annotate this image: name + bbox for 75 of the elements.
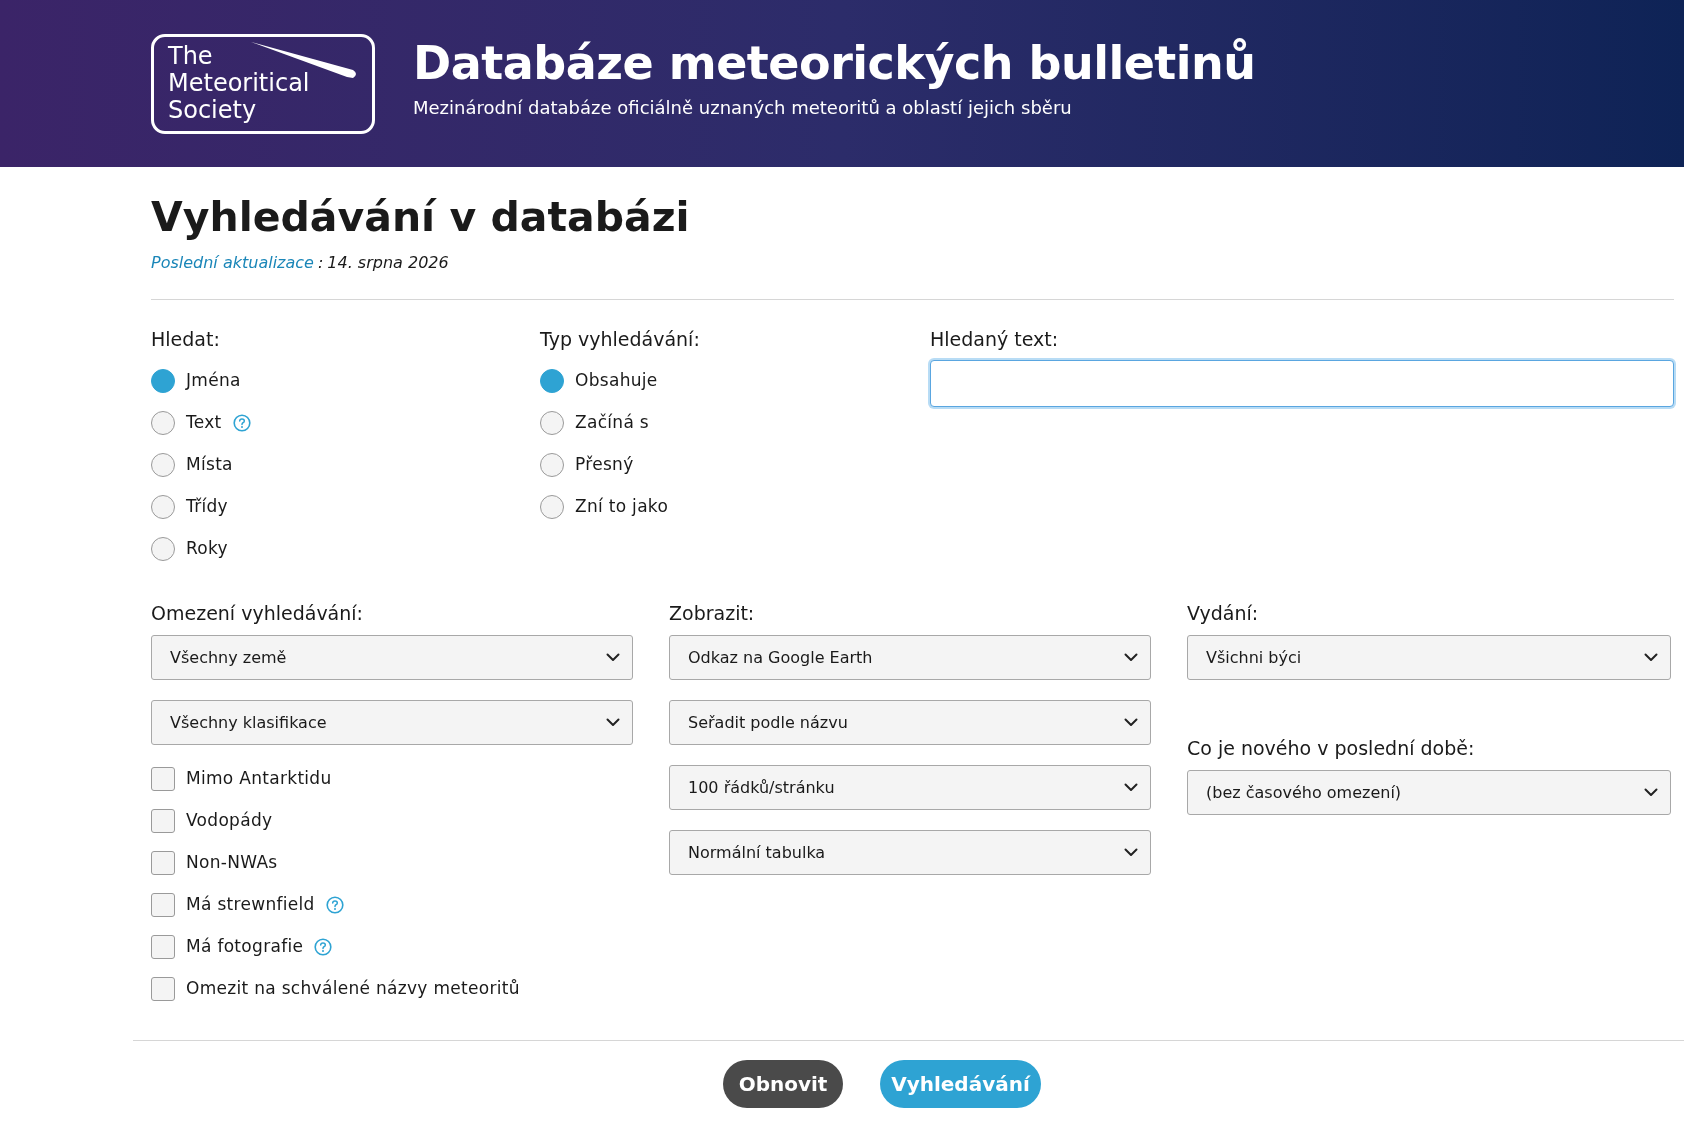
radio-label[interactable]: Obsahuje — [575, 368, 658, 394]
chevron-down-icon — [1124, 783, 1138, 792]
page-title: Vyhledávání v databázi — [151, 192, 691, 243]
radio-button[interactable] — [151, 411, 175, 435]
group-label: Co je nového v poslední době: — [1187, 736, 1476, 761]
logo-text: Society — [168, 97, 257, 124]
chevron-down-icon — [1644, 653, 1658, 662]
help-icon[interactable] — [314, 938, 333, 956]
dropdown[interactable]: Odkaz na Google Earth — [669, 635, 1151, 680]
chevron-down-icon — [1124, 718, 1138, 727]
radio-label[interactable]: Roky — [186, 536, 228, 562]
dropdown[interactable]: Všechny země — [151, 635, 633, 680]
chevron-down-icon — [606, 718, 620, 727]
logo-text: The — [168, 43, 213, 70]
radio-button[interactable] — [151, 537, 175, 561]
dropdown-value: (bez časového omezení) — [1206, 781, 1402, 804]
help-icon[interactable] — [325, 896, 344, 914]
checkbox[interactable] — [151, 809, 175, 833]
checkbox-label[interactable]: Vodopády — [186, 808, 273, 834]
dropdown-value: Normální tabulka — [688, 841, 826, 864]
group-label: Typ vyhledávání: — [540, 327, 701, 352]
dropdown[interactable]: 100 řádků/stránku — [669, 765, 1151, 810]
radio-label[interactable]: Text — [186, 410, 222, 436]
radio-label[interactable]: Místa — [186, 452, 233, 478]
dropdown[interactable]: Normální tabulka — [669, 830, 1151, 875]
separator-text: : — [317, 252, 324, 274]
radio-button[interactable] — [151, 369, 175, 393]
checkbox-label[interactable]: Non-NWAs — [186, 850, 278, 876]
logo-text: Meteoritical — [168, 70, 310, 97]
chevron-down-icon — [606, 653, 620, 662]
chevron-down-icon — [1124, 848, 1138, 857]
checkbox[interactable] — [151, 977, 175, 1001]
group-label: Hledat: — [151, 327, 221, 352]
radio-button[interactable] — [151, 453, 175, 477]
dropdown[interactable]: Všechny klasifikace — [151, 700, 633, 745]
checkbox-label[interactable]: Omezit na schválené názvy meteoritů — [186, 976, 520, 1002]
radio-button[interactable] — [540, 369, 564, 393]
dropdown-value: Všichni býci — [1206, 646, 1302, 669]
dropdown[interactable]: (bez časového omezení) — [1187, 770, 1671, 815]
help-icon[interactable] — [232, 414, 251, 432]
checkbox[interactable] — [151, 893, 175, 917]
radio-label[interactable]: Přesný — [575, 452, 634, 478]
radio-button[interactable] — [151, 495, 175, 519]
chevron-down-icon — [1644, 788, 1658, 797]
society-logo[interactable]: The Meteoritical Society — [151, 33, 375, 134]
group-label: Omezení vyhledávání: — [151, 601, 364, 626]
checkbox[interactable] — [151, 851, 175, 875]
dropdown-value: Všechny klasifikace — [170, 711, 327, 734]
radio-label[interactable]: Zní to jako — [575, 494, 669, 520]
checkbox-label[interactable]: Má fotografie — [186, 934, 304, 960]
checkbox[interactable] — [151, 767, 175, 791]
radio-label[interactable]: Jména — [186, 368, 241, 394]
chevron-down-icon — [1124, 653, 1138, 662]
last-update-date: 14. srpna 2026 — [327, 252, 449, 274]
dropdown[interactable]: Seřadit podle názvu — [669, 700, 1151, 745]
field-label: Hledaný text: — [930, 327, 1060, 352]
last-update-link[interactable]: Poslední aktualizace — [151, 251, 314, 275]
radio-button[interactable] — [540, 411, 564, 435]
dropdown-value: Všechny země — [170, 646, 287, 669]
radio-button[interactable] — [540, 495, 564, 519]
dropdown[interactable]: Všichni býci — [1187, 635, 1671, 680]
dropdown-value: Seřadit podle názvu — [688, 711, 848, 734]
radio-label[interactable]: Třídy — [186, 494, 228, 520]
reset-button[interactable]: Obnovit — [723, 1060, 843, 1108]
checkbox-label[interactable]: Má strewnfield — [186, 892, 315, 918]
site-subtitle: Mezinárodní databáze oficiálně uznaných meteoritů a oblastí jejich sběru — [413, 96, 1073, 120]
dropdown-value: 100 řádků/stránku — [688, 776, 835, 799]
radio-label[interactable]: Začíná s — [575, 410, 649, 436]
group-label: Zobrazit: — [669, 601, 756, 626]
search-text-field[interactable] — [930, 360, 1674, 407]
checkbox-label[interactable]: Mimo Antarktidu — [186, 766, 332, 792]
radio-button[interactable] — [540, 453, 564, 477]
group-label: Vydání: — [1187, 601, 1260, 626]
dropdown-value: Odkaz na Google Earth — [688, 646, 873, 669]
checkbox[interactable] — [151, 935, 175, 959]
